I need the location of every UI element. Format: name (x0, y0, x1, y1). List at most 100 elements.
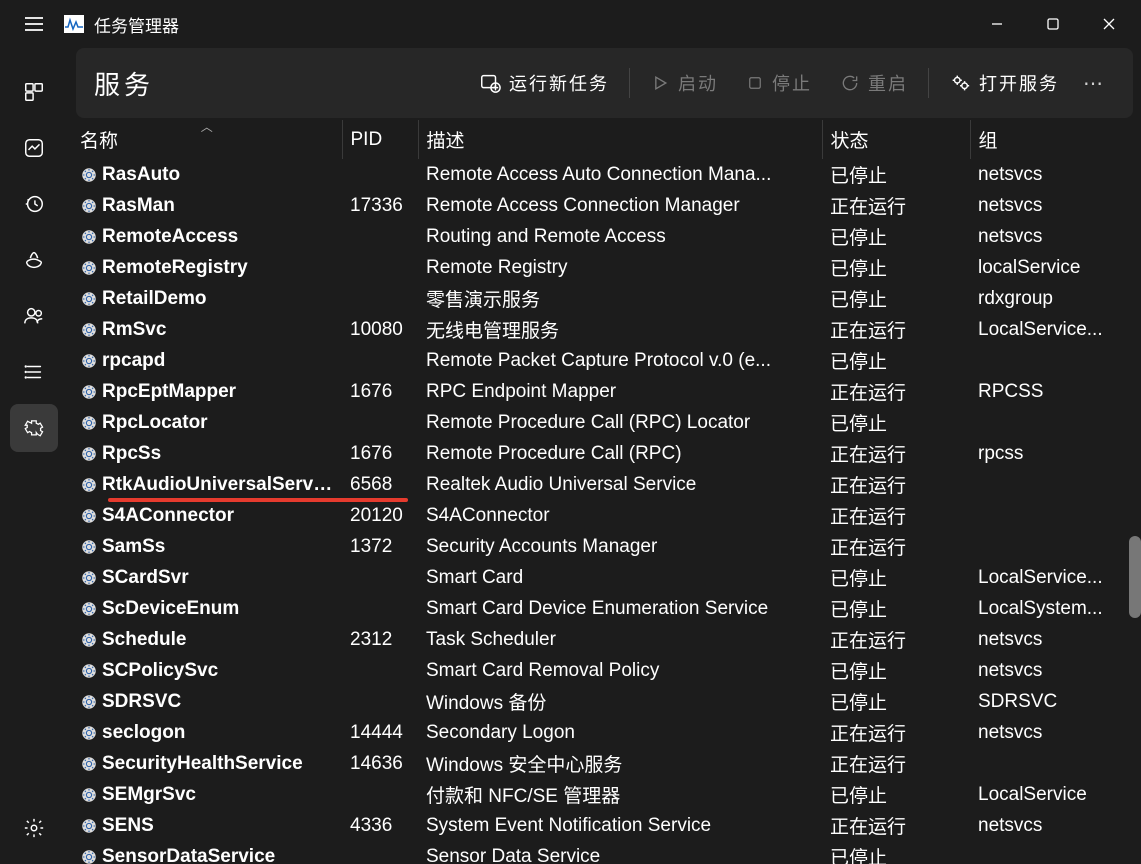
cell-group (970, 407, 1141, 438)
toolbar: 服务 运行新任务 启动 停止 重启 打开服务 (76, 48, 1133, 118)
col-header-name[interactable]: ︿名称 (72, 120, 342, 159)
table-row[interactable]: RpcLocatorRemote Procedure Call (RPC) Lo… (72, 407, 1141, 438)
settings-icon (23, 817, 45, 839)
cell-desc: Windows 安全中心服务 (418, 748, 822, 779)
cell-desc: Secondary Logon (418, 717, 822, 748)
cell-pid (342, 841, 418, 864)
table-row[interactable]: SecurityHealthService14636Windows 安全中心服务… (72, 748, 1141, 779)
stop-label: 停止 (772, 70, 812, 96)
divider (629, 68, 630, 98)
table-row[interactable]: RemoteRegistryRemote Registry已停止localSer… (72, 252, 1141, 283)
services-table-container: ︿名称 PID 描述 状态 组 RasAutoRemote Access Aut… (72, 120, 1141, 864)
table-row[interactable]: SCPolicySvcSmart Card Removal Policy已停止n… (72, 655, 1141, 686)
sidebar-item-services[interactable] (10, 404, 58, 452)
start-button[interactable]: 启动 (636, 48, 732, 118)
cell-name: SDRSVC (102, 691, 181, 713)
table-row[interactable]: SCardSvrSmart Card已停止LocalService... (72, 562, 1141, 593)
cell-status: 已停止 (822, 283, 970, 314)
open-services-icon (949, 72, 971, 94)
gear-icon (80, 569, 98, 587)
run-new-task-button[interactable]: 运行新任务 (465, 48, 623, 118)
table-row[interactable]: seclogon14444Secondary Logon正在运行netsvcs (72, 717, 1141, 748)
table-row[interactable]: S4AConnector20120S4AConnector正在运行 (72, 500, 1141, 531)
stop-button[interactable]: 停止 (732, 48, 826, 118)
table-row[interactable]: Schedule2312Task Scheduler正在运行netsvcs (72, 624, 1141, 655)
cell-name: SCardSvr (102, 567, 189, 589)
table-row[interactable]: RmSvc10080无线电管理服务正在运行LocalService... (72, 314, 1141, 345)
gear-icon (80, 445, 98, 463)
restart-button[interactable]: 重启 (826, 48, 922, 118)
table-row[interactable]: RemoteAccessRouting and Remote Access已停止… (72, 221, 1141, 252)
sidebar-item-performance[interactable] (10, 124, 58, 172)
cell-status: 正在运行 (822, 314, 970, 345)
table-row[interactable]: RetailDemo零售演示服务已停止rdxgroup (72, 283, 1141, 314)
cell-status: 已停止 (822, 562, 970, 593)
table-row[interactable]: SENS4336System Event Notification Servic… (72, 810, 1141, 841)
close-button[interactable] (1081, 0, 1137, 48)
cell-pid (342, 562, 418, 593)
minimize-button[interactable] (969, 0, 1025, 48)
run-task-icon (479, 72, 501, 94)
cell-name: RemoteAccess (102, 226, 238, 248)
table-row[interactable]: SamSs1372Security Accounts Manager正在运行 (72, 531, 1141, 562)
more-button[interactable]: ⋯ (1073, 71, 1115, 96)
table-row[interactable]: ScDeviceEnumSmart Card Device Enumeratio… (72, 593, 1141, 624)
gear-icon (80, 848, 98, 864)
services-table: ︿名称 PID 描述 状态 组 RasAutoRemote Access Aut… (72, 120, 1141, 864)
cell-name: RpcLocator (102, 412, 208, 434)
col-header-name-label: 名称 (80, 131, 118, 152)
sidebar-item-users[interactable] (10, 292, 58, 340)
cell-group: LocalService... (970, 562, 1141, 593)
table-row[interactable]: SEMgrSvc付款和 NFC/SE 管理器已停止LocalService (72, 779, 1141, 810)
gear-icon (80, 414, 98, 432)
close-icon (1102, 17, 1116, 31)
table-row[interactable]: RasMan17336Remote Access Connection Mana… (72, 190, 1141, 221)
cell-pid: 1372 (342, 531, 418, 562)
table-row[interactable]: SDRSVCWindows 备份已停止SDRSVC (72, 686, 1141, 717)
sidebar-item-details[interactable] (10, 348, 58, 396)
gear-icon (80, 290, 98, 308)
sidebar-item-settings[interactable] (10, 804, 58, 852)
gear-icon (80, 786, 98, 804)
sidebar-item-history[interactable] (10, 180, 58, 228)
cell-group: netsvcs (970, 624, 1141, 655)
processes-icon (23, 81, 45, 103)
sidebar-item-processes[interactable] (10, 68, 58, 116)
table-row[interactable]: SensorDataServiceSensor Data Service已停止 (72, 841, 1141, 864)
restart-label: 重启 (868, 70, 908, 96)
cell-group (970, 500, 1141, 531)
gear-icon (80, 383, 98, 401)
cell-name: seclogon (102, 722, 185, 744)
table-row[interactable]: RtkAudioUniversalServi...6568Realtek Aud… (72, 469, 1141, 500)
table-row[interactable]: RpcEptMapper1676RPC Endpoint Mapper正在运行R… (72, 376, 1141, 407)
cell-status: 正在运行 (822, 624, 970, 655)
col-header-group[interactable]: 组 (970, 120, 1141, 159)
cell-desc: Remote Packet Capture Protocol v.0 (e... (418, 345, 822, 376)
table-row[interactable]: RpcSs1676Remote Procedure Call (RPC)正在运行… (72, 438, 1141, 469)
cell-status: 正在运行 (822, 717, 970, 748)
hamburger-menu-button[interactable] (4, 0, 64, 48)
cell-name: ScDeviceEnum (102, 598, 239, 620)
maximize-button[interactable] (1025, 0, 1081, 48)
cell-name: rpcapd (102, 350, 165, 372)
open-services-button[interactable]: 打开服务 (935, 48, 1073, 118)
history-icon (23, 193, 45, 215)
cell-name: Schedule (102, 629, 186, 651)
cell-name: SENS (102, 815, 154, 837)
table-row[interactable]: rpcapd Remote Packet Capture Protocol v.0… (72, 345, 1141, 376)
col-header-pid[interactable]: PID (342, 120, 418, 159)
gear-icon (80, 228, 98, 246)
col-header-status[interactable]: 状态 (822, 120, 970, 159)
cell-pid (342, 686, 418, 717)
vertical-scrollbar[interactable] (1129, 536, 1141, 618)
table-row[interactable]: RasAutoRemote Access Auto Connection Man… (72, 159, 1141, 190)
col-header-pid-label: PID (351, 129, 383, 150)
gear-icon (80, 321, 98, 339)
sidebar-item-startup[interactable] (10, 236, 58, 284)
cell-status: 正在运行 (822, 438, 970, 469)
cell-name: SamSs (102, 536, 165, 558)
cell-desc: Remote Procedure Call (RPC) (418, 438, 822, 469)
col-header-desc[interactable]: 描述 (418, 120, 822, 159)
cell-status: 已停止 (822, 345, 970, 376)
cell-name: RtkAudioUniversalServi... (102, 474, 334, 496)
